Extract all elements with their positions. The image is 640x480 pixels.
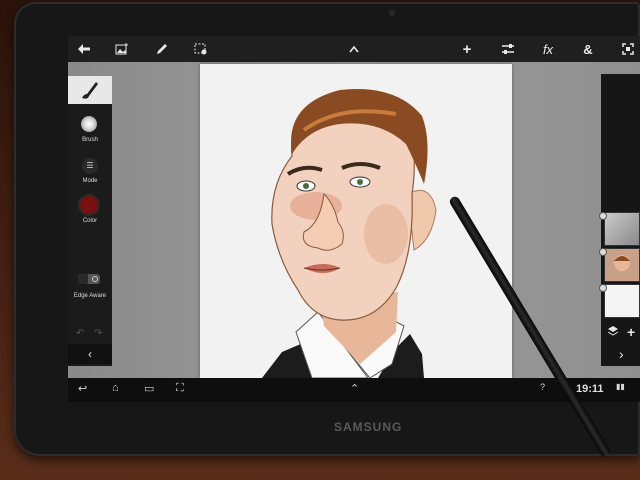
notification-icon: ? — [540, 382, 546, 392]
redo-icon[interactable]: ↷ — [94, 328, 102, 339]
mode-label: Mode — [82, 178, 98, 184]
brush-size-button[interactable] — [81, 116, 97, 132]
color-swatch-button[interactable] — [80, 196, 98, 214]
mode-button[interactable]: ☰ — [82, 158, 98, 174]
edge-aware-label: Edge Aware — [73, 293, 107, 299]
recent-apps-icon[interactable]: ▭ — [144, 382, 154, 395]
add-image-icon[interactable] — [110, 36, 134, 62]
home-icon[interactable]: ⌂ — [112, 382, 119, 394]
back-arrow-icon[interactable] — [72, 36, 96, 62]
front-camera — [388, 9, 396, 17]
select-icon[interactable] — [189, 36, 213, 62]
layer-thumbnail[interactable] — [604, 248, 640, 282]
collapse-tools-button[interactable]: ‹ — [68, 344, 112, 364]
layer-radio[interactable] — [599, 212, 607, 220]
back-nav-icon[interactable]: ↩ — [78, 382, 87, 395]
screenshot-icon[interactable]: ⛶ — [176, 382, 184, 395]
add-icon[interactable]: + — [455, 36, 479, 62]
signal-icon: ▮▮ — [616, 382, 625, 391]
tool-panel: Brush ☰ Mode Color Edge Aware ↶ ↷ ‹ — [68, 76, 112, 366]
brush-label: Brush — [82, 137, 98, 143]
effects-icon[interactable]: fx — [536, 36, 560, 62]
layer-thumbnail[interactable] — [604, 284, 640, 318]
chevron-up-icon[interactable] — [342, 36, 366, 62]
expand-up-icon[interactable]: ⌃ — [350, 382, 359, 395]
fullscreen-icon[interactable] — [616, 36, 640, 62]
layers-panel: + › — [599, 74, 640, 366]
drawing-workspace — [68, 62, 640, 380]
ampersand-icon[interactable]: & — [576, 36, 600, 62]
undo-icon[interactable]: ↶ — [76, 328, 84, 339]
edge-aware-toggle[interactable] — [78, 274, 100, 284]
clock: 19:11 — [576, 383, 604, 395]
layer-thumbnail[interactable] — [604, 212, 640, 246]
add-layer-button[interactable]: + — [627, 324, 635, 340]
adjust-icon[interactable] — [496, 36, 520, 62]
color-label: Color — [82, 218, 98, 224]
tablet-screen: + fx & Brush ☰ Mode Color Edge Aware ↶ ↷… — [68, 36, 640, 402]
pencil-icon[interactable] — [150, 36, 174, 62]
layers-icon[interactable] — [607, 325, 619, 340]
brush-tool-button[interactable] — [68, 76, 112, 104]
brand-logo: SAMSUNG — [334, 420, 403, 434]
toggle-ring — [92, 276, 98, 282]
collapse-layers-button[interactable]: › — [619, 346, 624, 362]
layer-radio[interactable] — [599, 248, 607, 256]
system-navigation-bar: ↩ ⌂ ▭ ⛶ ⌃ ? 19:11 ▮▮ — [68, 378, 640, 402]
layer-radio[interactable] — [599, 284, 607, 292]
app-toolbar: + fx & — [68, 36, 640, 62]
toggle-knob — [78, 274, 88, 284]
